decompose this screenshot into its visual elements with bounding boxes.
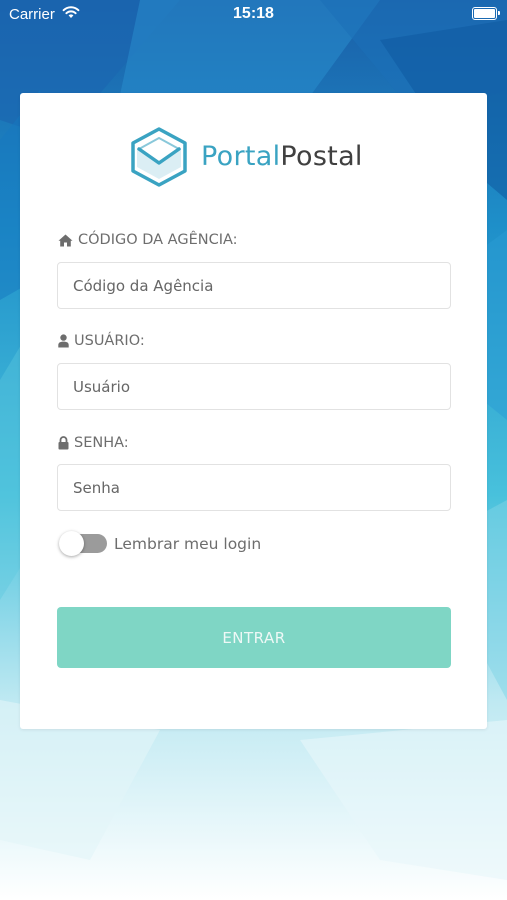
status-bar: Carrier 15:18	[0, 0, 507, 30]
user-label-text: USUÁRIO:	[74, 333, 145, 349]
envelope-hexagon-icon	[131, 127, 187, 187]
agency-code-input[interactable]	[57, 262, 451, 309]
agency-code-label-text: CÓDIGO DA AGÊNCIA:	[78, 232, 238, 248]
logo-text-postal: Postal	[280, 141, 363, 172]
portal-postal-logo: PortalPostal	[129, 127, 389, 189]
remember-login-toggle[interactable]	[59, 531, 107, 556]
agency-code-label: CÓDIGO DA AGÊNCIA:	[58, 232, 238, 248]
home-icon	[58, 234, 73, 246]
clock: 15:18	[233, 5, 274, 22]
password-label: SENHA:	[58, 435, 129, 451]
user-label: USUÁRIO:	[58, 333, 145, 349]
remember-login-row: Lembrar meu login	[59, 531, 262, 556]
toggle-knob	[59, 531, 84, 556]
remember-login-label: Lembrar meu login	[114, 534, 262, 553]
login-card: PortalPostal CÓDIGO DA AGÊNCIA: USUÁRIO:…	[20, 93, 487, 729]
logo-wordmark: PortalPostal	[201, 141, 363, 172]
lock-icon	[58, 436, 69, 450]
password-label-text: SENHA:	[74, 435, 129, 451]
enter-button[interactable]: ENTRAR	[57, 607, 451, 668]
user-icon	[58, 334, 69, 348]
battery-icon	[472, 7, 500, 20]
password-input[interactable]	[57, 464, 451, 511]
user-input[interactable]	[57, 363, 451, 410]
logo-text-portal: Portal	[201, 141, 281, 172]
